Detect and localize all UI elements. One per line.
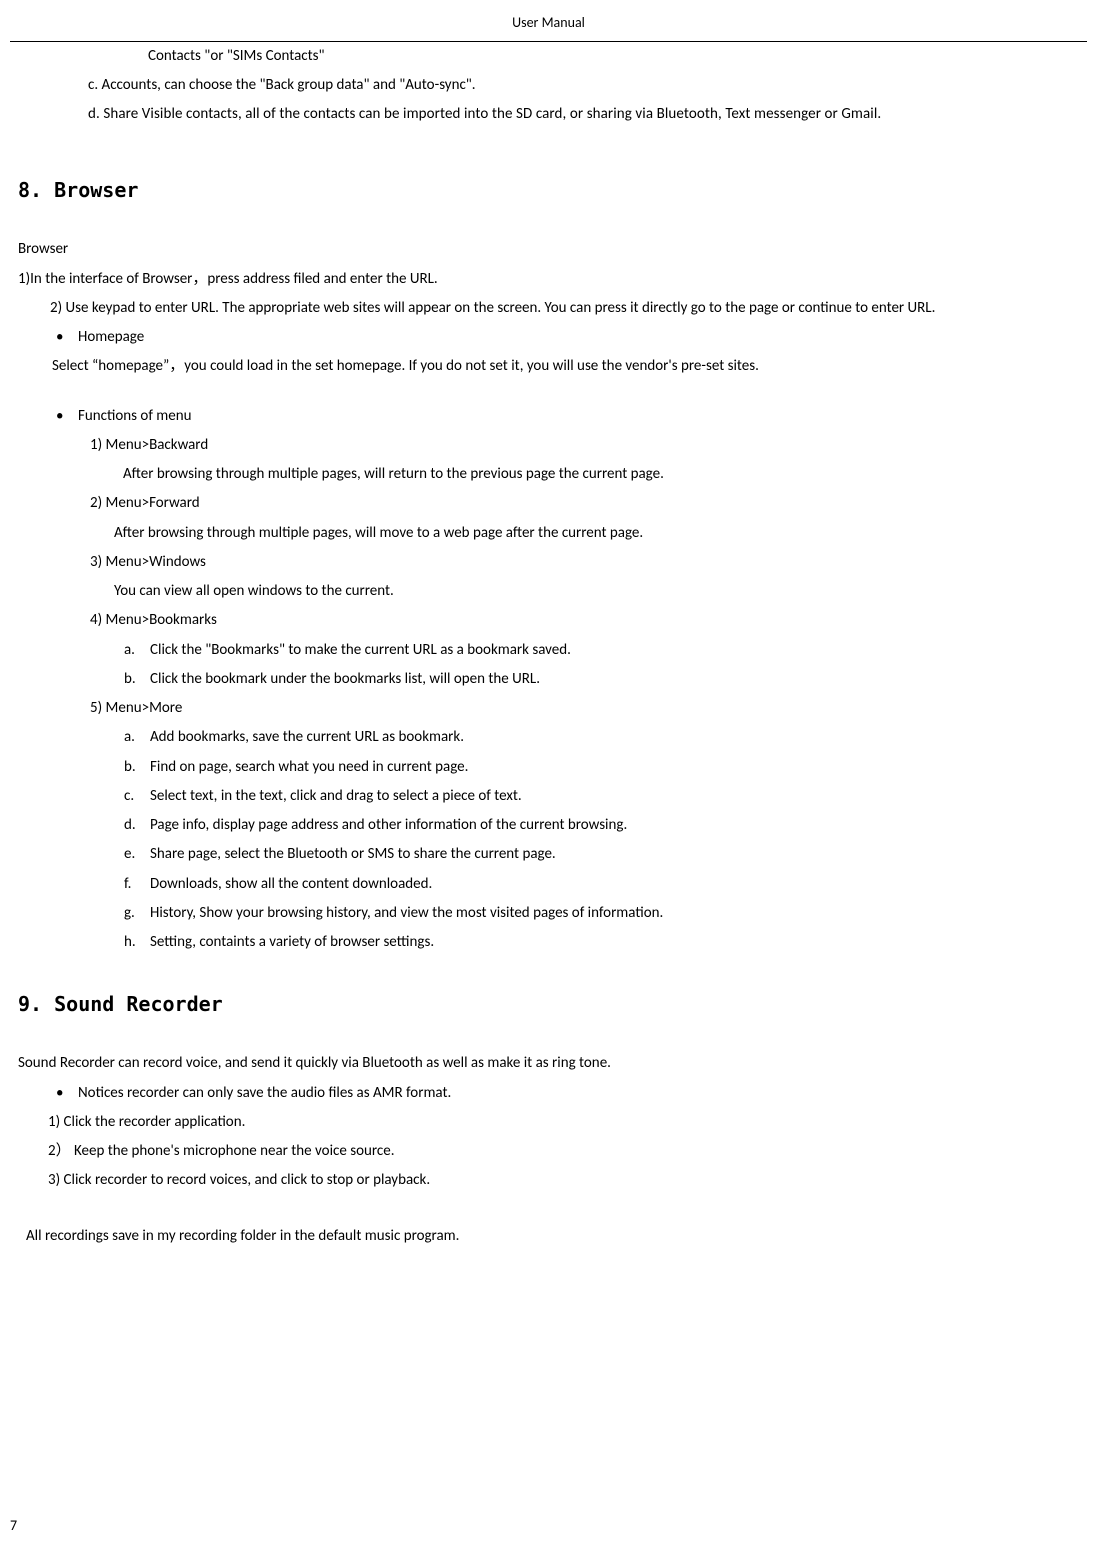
- browser-step-2: 2) Use keypad to enter URL. The appropri…: [50, 294, 1079, 323]
- menu-5: 5) Menu>More: [90, 694, 1079, 723]
- letter-c: c.: [124, 782, 150, 811]
- menu-4-b-text: Click the bookmark under the bookmarks l…: [150, 670, 540, 688]
- letter-e: e.: [124, 840, 150, 869]
- sr-bullet: •Notices recorder can only save the audi…: [56, 1079, 1079, 1108]
- sr-step-2: 2） Keep the phone's microphone near the …: [48, 1137, 1079, 1166]
- bullet-homepage: •Homepage: [56, 323, 1079, 352]
- menu-3-desc: You can view all open windows to the cur…: [114, 577, 1079, 606]
- sr-intro: Sound Recorder can record voice, and sen…: [18, 1049, 1079, 1078]
- bullet-dot-icon: •: [56, 1079, 78, 1108]
- bullet-functions: •Functions of menu: [56, 402, 1079, 431]
- menu-4-a: a.Click the "Bookmarks" to make the curr…: [124, 636, 1079, 665]
- menu-5-e-text: Share page, select the Bluetooth or SMS …: [150, 845, 556, 863]
- letter-b: b.: [124, 665, 150, 694]
- menu-3: 3) Menu>Windows: [90, 548, 1079, 577]
- sr-bullet-text: Notices recorder can only save the audio…: [78, 1084, 451, 1102]
- homepage-desc: Select “homepage”，you could load in the …: [52, 352, 1079, 381]
- menu-5-g-text: History, Show your browsing history, and…: [150, 904, 663, 922]
- top-line-contacts: Contacts "or "SIMs Contacts": [148, 42, 1079, 71]
- page-number: 7: [10, 1513, 17, 1540]
- menu-5-h: h.Setting, containts a variety of browse…: [124, 928, 1079, 957]
- menu-5-g: g.History, Show your browsing history, a…: [124, 899, 1079, 928]
- sr-step-3: 3) Click recorder to record voices, and …: [48, 1166, 1079, 1195]
- page-header: User Manual: [0, 0, 1097, 41]
- letter-b: b.: [124, 753, 150, 782]
- browser-step-1: 1)In the interface of Browser，press addr…: [18, 265, 1079, 294]
- letter-h: h.: [124, 928, 150, 957]
- menu-1: 1) Menu>Backward: [90, 431, 1079, 460]
- sr-step-1: 1) Click the recorder application.: [48, 1108, 1079, 1137]
- letter-f: f.: [124, 870, 150, 899]
- menu-5-a: a.Add bookmarks, save the current URL as…: [124, 723, 1079, 752]
- menu-5-e: e.Share page, select the Bluetooth or SM…: [124, 840, 1079, 869]
- bullet-dot-icon: •: [56, 323, 78, 352]
- menu-5-f-text: Downloads, show all the content download…: [150, 875, 432, 893]
- menu-4-a-text: Click the "Bookmarks" to make the curren…: [150, 641, 571, 659]
- letter-d: d.: [124, 811, 150, 840]
- menu-2: 2) Menu>Forward: [90, 489, 1079, 518]
- top-line-c: c. Accounts, can choose the "Back group …: [88, 71, 1079, 100]
- top-line-d-text: d. Share Visible contacts, all of the co…: [88, 105, 881, 123]
- menu-5-h-text: Setting, containts a variety of browser …: [150, 933, 434, 951]
- menu-5-d-text: Page info, display page address and othe…: [150, 816, 627, 834]
- letter-a: a.: [124, 636, 150, 665]
- top-line-d: d. Share Visible contacts, all of the co…: [88, 100, 1079, 129]
- menu-2-desc: After browsing through multiple pages, w…: [114, 519, 1079, 548]
- section-9-heading: 9. Sound Recorder: [18, 985, 1079, 1023]
- content-body: Contacts "or "SIMs Contacts" c. Accounts…: [0, 42, 1097, 1251]
- menu-5-b: b.Find on page, search what you need in …: [124, 753, 1079, 782]
- bullet-homepage-label: Homepage: [78, 328, 144, 346]
- section-8-heading: 8. Browser: [18, 171, 1079, 209]
- menu-5-c: c.Select text, in the text, click and dr…: [124, 782, 1079, 811]
- sr-end: All recordings save in my recording fold…: [26, 1222, 1079, 1251]
- letter-g: g.: [124, 899, 150, 928]
- menu-1-desc: After browsing through multiple pages, w…: [123, 460, 1079, 489]
- letter-a: a.: [124, 723, 150, 752]
- menu-4-b: b.Click the bookmark under the bookmarks…: [124, 665, 1079, 694]
- menu-5-a-text: Add bookmarks, save the current URL as b…: [150, 728, 464, 746]
- bullet-dot-icon: •: [56, 402, 78, 431]
- browser-subhead: Browser: [18, 235, 1079, 264]
- menu-5-f: f.Downloads, show all the content downlo…: [124, 870, 1079, 899]
- menu-5-b-text: Find on page, search what you need in cu…: [150, 758, 468, 776]
- bullet-functions-label: Functions of menu: [78, 407, 192, 425]
- menu-5-c-text: Select text, in the text, click and drag…: [150, 787, 522, 805]
- menu-4: 4) Menu>Bookmarks: [90, 606, 1079, 635]
- menu-5-d: d.Page info, display page address and ot…: [124, 811, 1079, 840]
